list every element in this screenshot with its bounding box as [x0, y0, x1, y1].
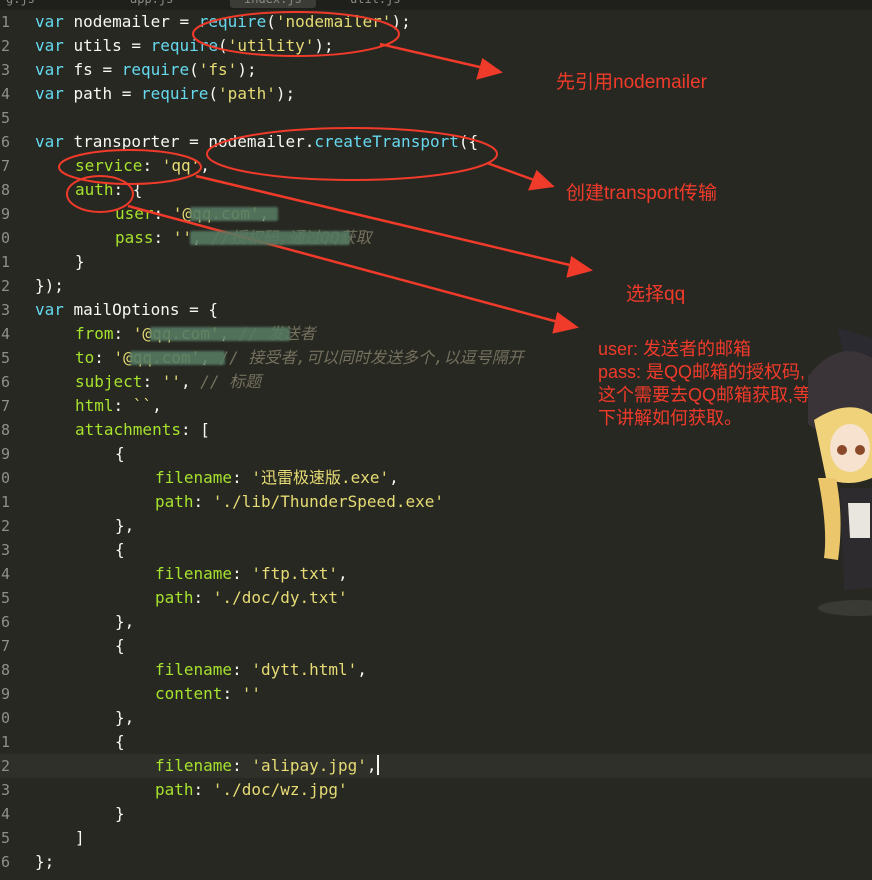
annotation-overlay [58, 11, 593, 334]
highlight-auth-ellipse [66, 175, 134, 213]
annotation-import: 先引用nodemailer [556, 72, 707, 93]
arrow-transport [486, 161, 535, 182]
redacted-value [150, 327, 290, 341]
arrow-auth [127, 204, 559, 324]
highlight-require-ellipse [192, 11, 400, 57]
annotation-service: 选择qq [626, 284, 686, 305]
redacted-value [130, 351, 225, 365]
anime-character-icon [808, 328, 872, 616]
redacted-value [190, 231, 350, 245]
redacted-value [190, 207, 278, 221]
annotation-transport: 创建transport传输 [566, 183, 717, 204]
arrow-import [379, 42, 485, 70]
arrow-service [195, 174, 575, 268]
highlight-createtransport-ellipse [206, 127, 498, 181]
